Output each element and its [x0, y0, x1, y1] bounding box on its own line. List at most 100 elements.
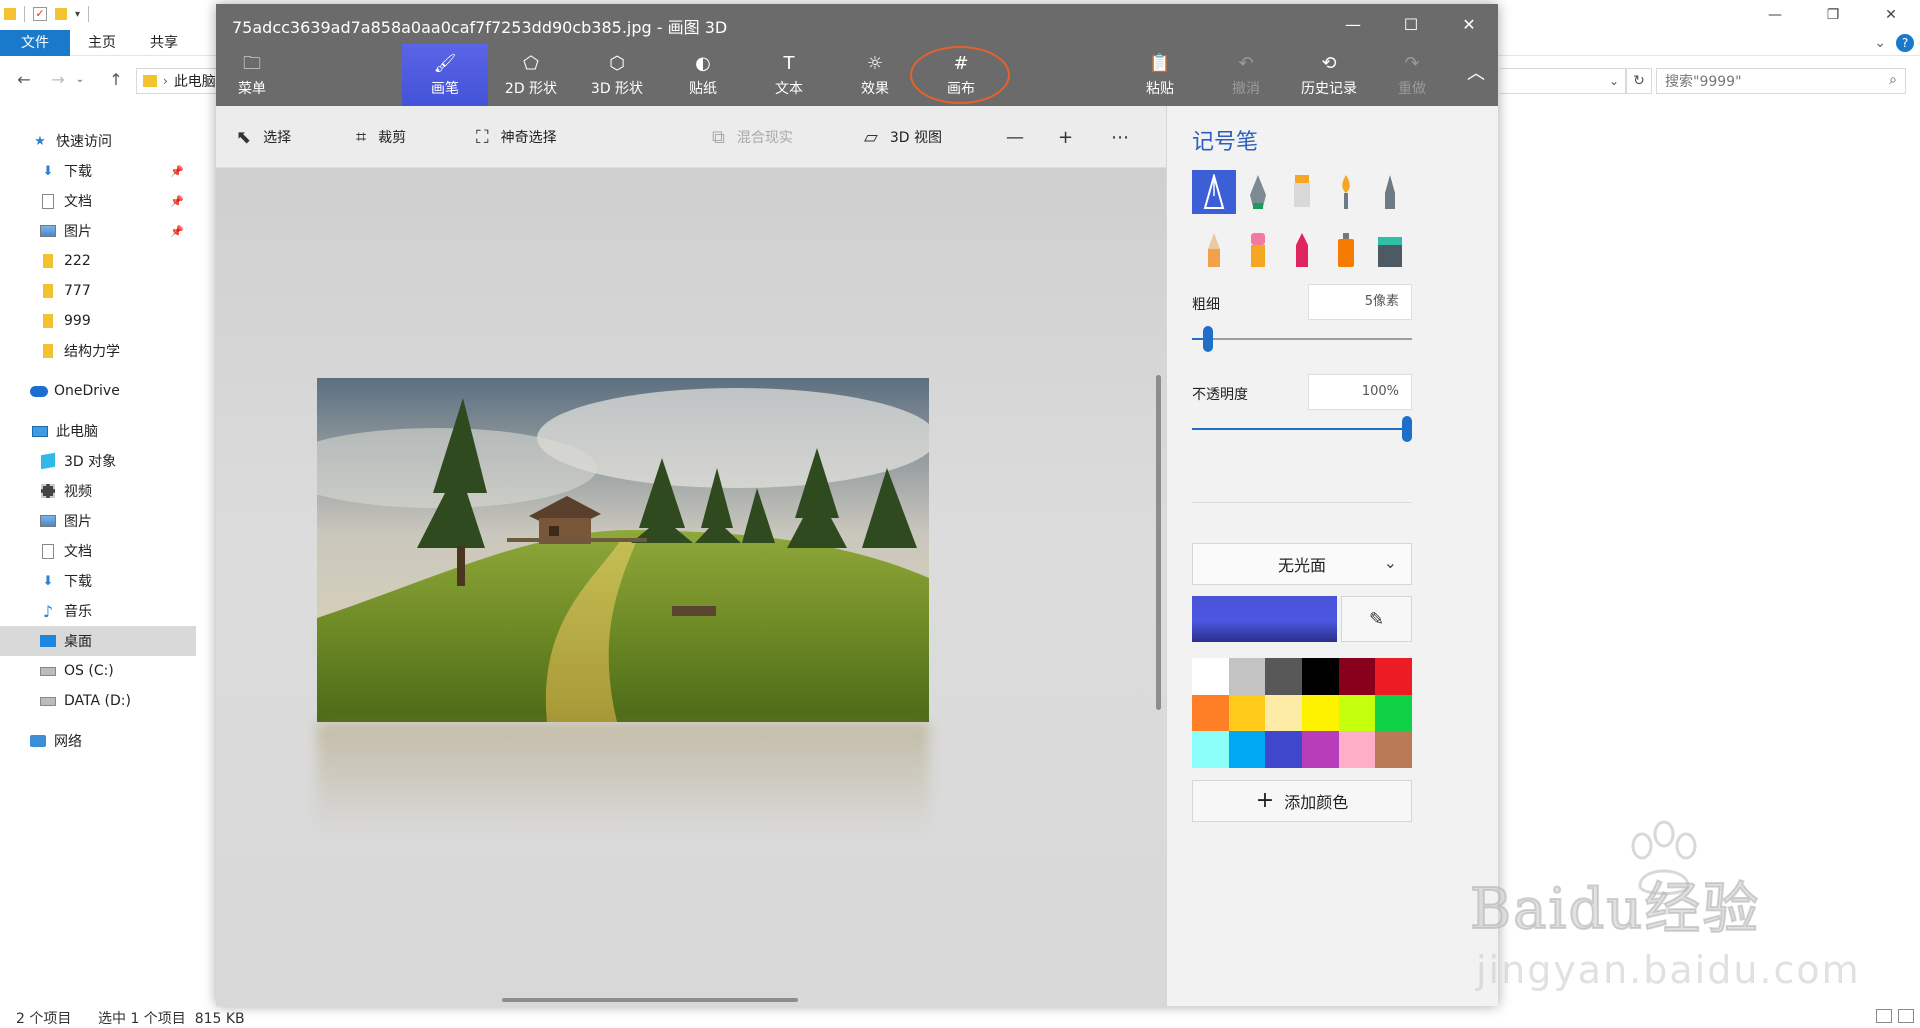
- zoom-in-button[interactable]: +: [1058, 106, 1073, 168]
- properties-icon[interactable]: ✓: [33, 7, 47, 21]
- nav-item-pictures[interactable]: 图片 📌: [0, 216, 196, 246]
- palette-color-swatch[interactable]: [1265, 731, 1302, 768]
- slider-thumb[interactable]: [1202, 326, 1213, 352]
- nav-item-music[interactable]: ♪ 音乐: [0, 596, 196, 626]
- new-folder-icon[interactable]: [55, 8, 67, 20]
- menu-button[interactable]: 🗀 菜单: [222, 44, 282, 106]
- palette-color-swatch[interactable]: [1265, 658, 1302, 695]
- history-button[interactable]: ⟲ 历史记录: [1286, 44, 1372, 106]
- slider-thumb[interactable]: [1402, 416, 1412, 442]
- breadcrumb-this-pc[interactable]: 此电脑: [174, 71, 216, 91]
- tab-text[interactable]: T 文本: [746, 44, 832, 106]
- folder-icon[interactable]: [4, 8, 16, 20]
- nav-item-pictures-pc[interactable]: 图片: [0, 506, 196, 536]
- thickness-input[interactable]: 5像素: [1308, 284, 1412, 320]
- nav-item-downloads-pc[interactable]: ⬇ 下载: [0, 566, 196, 596]
- opacity-input[interactable]: 100%: [1308, 374, 1412, 410]
- pencil-brush[interactable]: [1192, 228, 1236, 272]
- forward-icon[interactable]: →: [48, 70, 68, 90]
- 3d-view-toggle[interactable]: ▱ 3D 视图: [864, 106, 942, 168]
- eyedropper-button[interactable]: ✎: [1341, 596, 1412, 642]
- crayon-brush[interactable]: [1280, 228, 1324, 272]
- back-icon[interactable]: ←: [14, 70, 34, 90]
- restore-icon[interactable]: ❐: [1804, 0, 1862, 30]
- oil-brush[interactable]: [1280, 170, 1324, 214]
- palette-color-swatch[interactable]: [1375, 694, 1412, 732]
- eraser-brush[interactable]: [1236, 228, 1280, 272]
- recent-locations-icon[interactable]: ⌄: [70, 70, 90, 90]
- nav-item-downloads[interactable]: ⬇ 下载 📌: [0, 156, 196, 186]
- palette-color-swatch[interactable]: [1375, 658, 1412, 695]
- crop-tool[interactable]: ⌗ 裁剪: [356, 106, 406, 168]
- opacity-slider[interactable]: [1192, 416, 1412, 442]
- collapse-toolbar-button[interactable]: ︿: [1456, 44, 1496, 106]
- tab-file[interactable]: 文件: [0, 30, 70, 56]
- maximize-icon[interactable]: ☐: [1382, 4, 1440, 44]
- nav-item-3d-objects[interactable]: 3D 对象: [0, 446, 196, 476]
- finish-dropdown[interactable]: 无光面 ⌄: [1192, 543, 1412, 585]
- fill-bucket-brush[interactable]: [1368, 228, 1412, 272]
- refresh-icon[interactable]: ↻: [1626, 68, 1652, 94]
- tab-stickers[interactable]: ◐ 贴纸: [660, 44, 746, 106]
- search-input[interactable]: 搜索"9999" ⌕: [1656, 68, 1906, 94]
- nav-item-documents[interactable]: 文档 📌: [0, 186, 196, 216]
- pixel-pen-brush[interactable]: [1368, 170, 1412, 214]
- palette-color-swatch[interactable]: [1338, 694, 1376, 732]
- nav-item-folder-999[interactable]: 999: [0, 306, 196, 336]
- nav-item-folder-structural[interactable]: 结构力学: [0, 336, 196, 366]
- palette-color-swatch[interactable]: [1302, 658, 1339, 695]
- palette-color-swatch[interactable]: [1302, 694, 1339, 732]
- close-icon[interactable]: ✕: [1440, 4, 1498, 44]
- palette-color-swatch[interactable]: [1192, 731, 1229, 768]
- tab-home[interactable]: 主页: [88, 30, 116, 56]
- nav-this-pc[interactable]: 此电脑: [0, 416, 196, 446]
- palette-color-swatch[interactable]: [1192, 694, 1229, 732]
- select-tool[interactable]: ⬉ 选择: [236, 106, 291, 168]
- calligraphy-pen-brush[interactable]: [1236, 170, 1280, 214]
- palette-color-swatch[interactable]: [1338, 731, 1376, 768]
- tab-2d-shapes[interactable]: ⬠ 2D 形状: [488, 44, 574, 106]
- expand-ribbon-icon[interactable]: ⌄: [1874, 35, 1886, 51]
- tab-effects[interactable]: ☼ 效果: [832, 44, 918, 106]
- redo-button[interactable]: ↷ 重做: [1376, 44, 1448, 106]
- tab-3d-shapes[interactable]: ⬡ 3D 形状: [574, 44, 660, 106]
- paste-button[interactable]: 📋 粘贴: [1124, 44, 1196, 106]
- palette-color-swatch[interactable]: [1338, 658, 1376, 695]
- nav-item-drive-d[interactable]: DATA (D:): [0, 686, 196, 716]
- undo-button[interactable]: ↶ 撤消: [1210, 44, 1282, 106]
- spray-can-brush[interactable]: [1324, 228, 1368, 272]
- help-icon[interactable]: ?: [1896, 34, 1914, 52]
- thickness-slider[interactable]: [1192, 326, 1412, 352]
- watercolor-brush[interactable]: [1324, 170, 1368, 214]
- nav-item-folder-777[interactable]: 777: [0, 276, 196, 306]
- zoom-out-button[interactable]: —: [1006, 106, 1024, 168]
- palette-color-swatch[interactable]: [1265, 694, 1302, 732]
- palette-color-swatch[interactable]: [1228, 731, 1266, 768]
- address-bar[interactable]: › 此电脑: [136, 68, 218, 94]
- palette-color-swatch[interactable]: [1228, 658, 1266, 695]
- current-color-swatch[interactable]: [1192, 596, 1337, 642]
- add-color-button[interactable]: + 添加颜色: [1192, 780, 1412, 822]
- customize-toolbar-icon[interactable]: ▾: [75, 9, 80, 20]
- nav-onedrive[interactable]: OneDrive: [0, 376, 196, 406]
- nav-quick-access[interactable]: ★ 快速访问: [0, 126, 196, 156]
- nav-item-videos[interactable]: 视频: [0, 476, 196, 506]
- address-dropdown[interactable]: ⌄: [1500, 68, 1626, 94]
- palette-color-swatch[interactable]: [1302, 731, 1339, 768]
- tab-canvas[interactable]: # 画布: [918, 44, 1004, 106]
- more-options-button[interactable]: ⋯: [1111, 106, 1129, 168]
- details-view-icon[interactable]: [1876, 1009, 1892, 1023]
- marker-brush[interactable]: [1192, 170, 1236, 214]
- vertical-scrollbar[interactable]: [1156, 375, 1161, 710]
- nav-item-desktop[interactable]: 桌面: [0, 626, 196, 656]
- mixed-reality-button[interactable]: ⧉ 混合现实: [712, 106, 793, 168]
- palette-color-swatch[interactable]: [1375, 731, 1412, 768]
- up-icon[interactable]: ↑: [106, 70, 126, 90]
- tab-share[interactable]: 共享: [150, 30, 178, 56]
- nav-item-documents-pc[interactable]: 文档: [0, 536, 196, 566]
- minimize-icon[interactable]: —: [1746, 0, 1804, 30]
- large-icons-view-icon[interactable]: [1898, 1009, 1914, 1023]
- nav-item-folder-222[interactable]: 222: [0, 246, 196, 276]
- palette-color-swatch[interactable]: [1228, 694, 1266, 732]
- palette-color-swatch[interactable]: [1192, 658, 1229, 695]
